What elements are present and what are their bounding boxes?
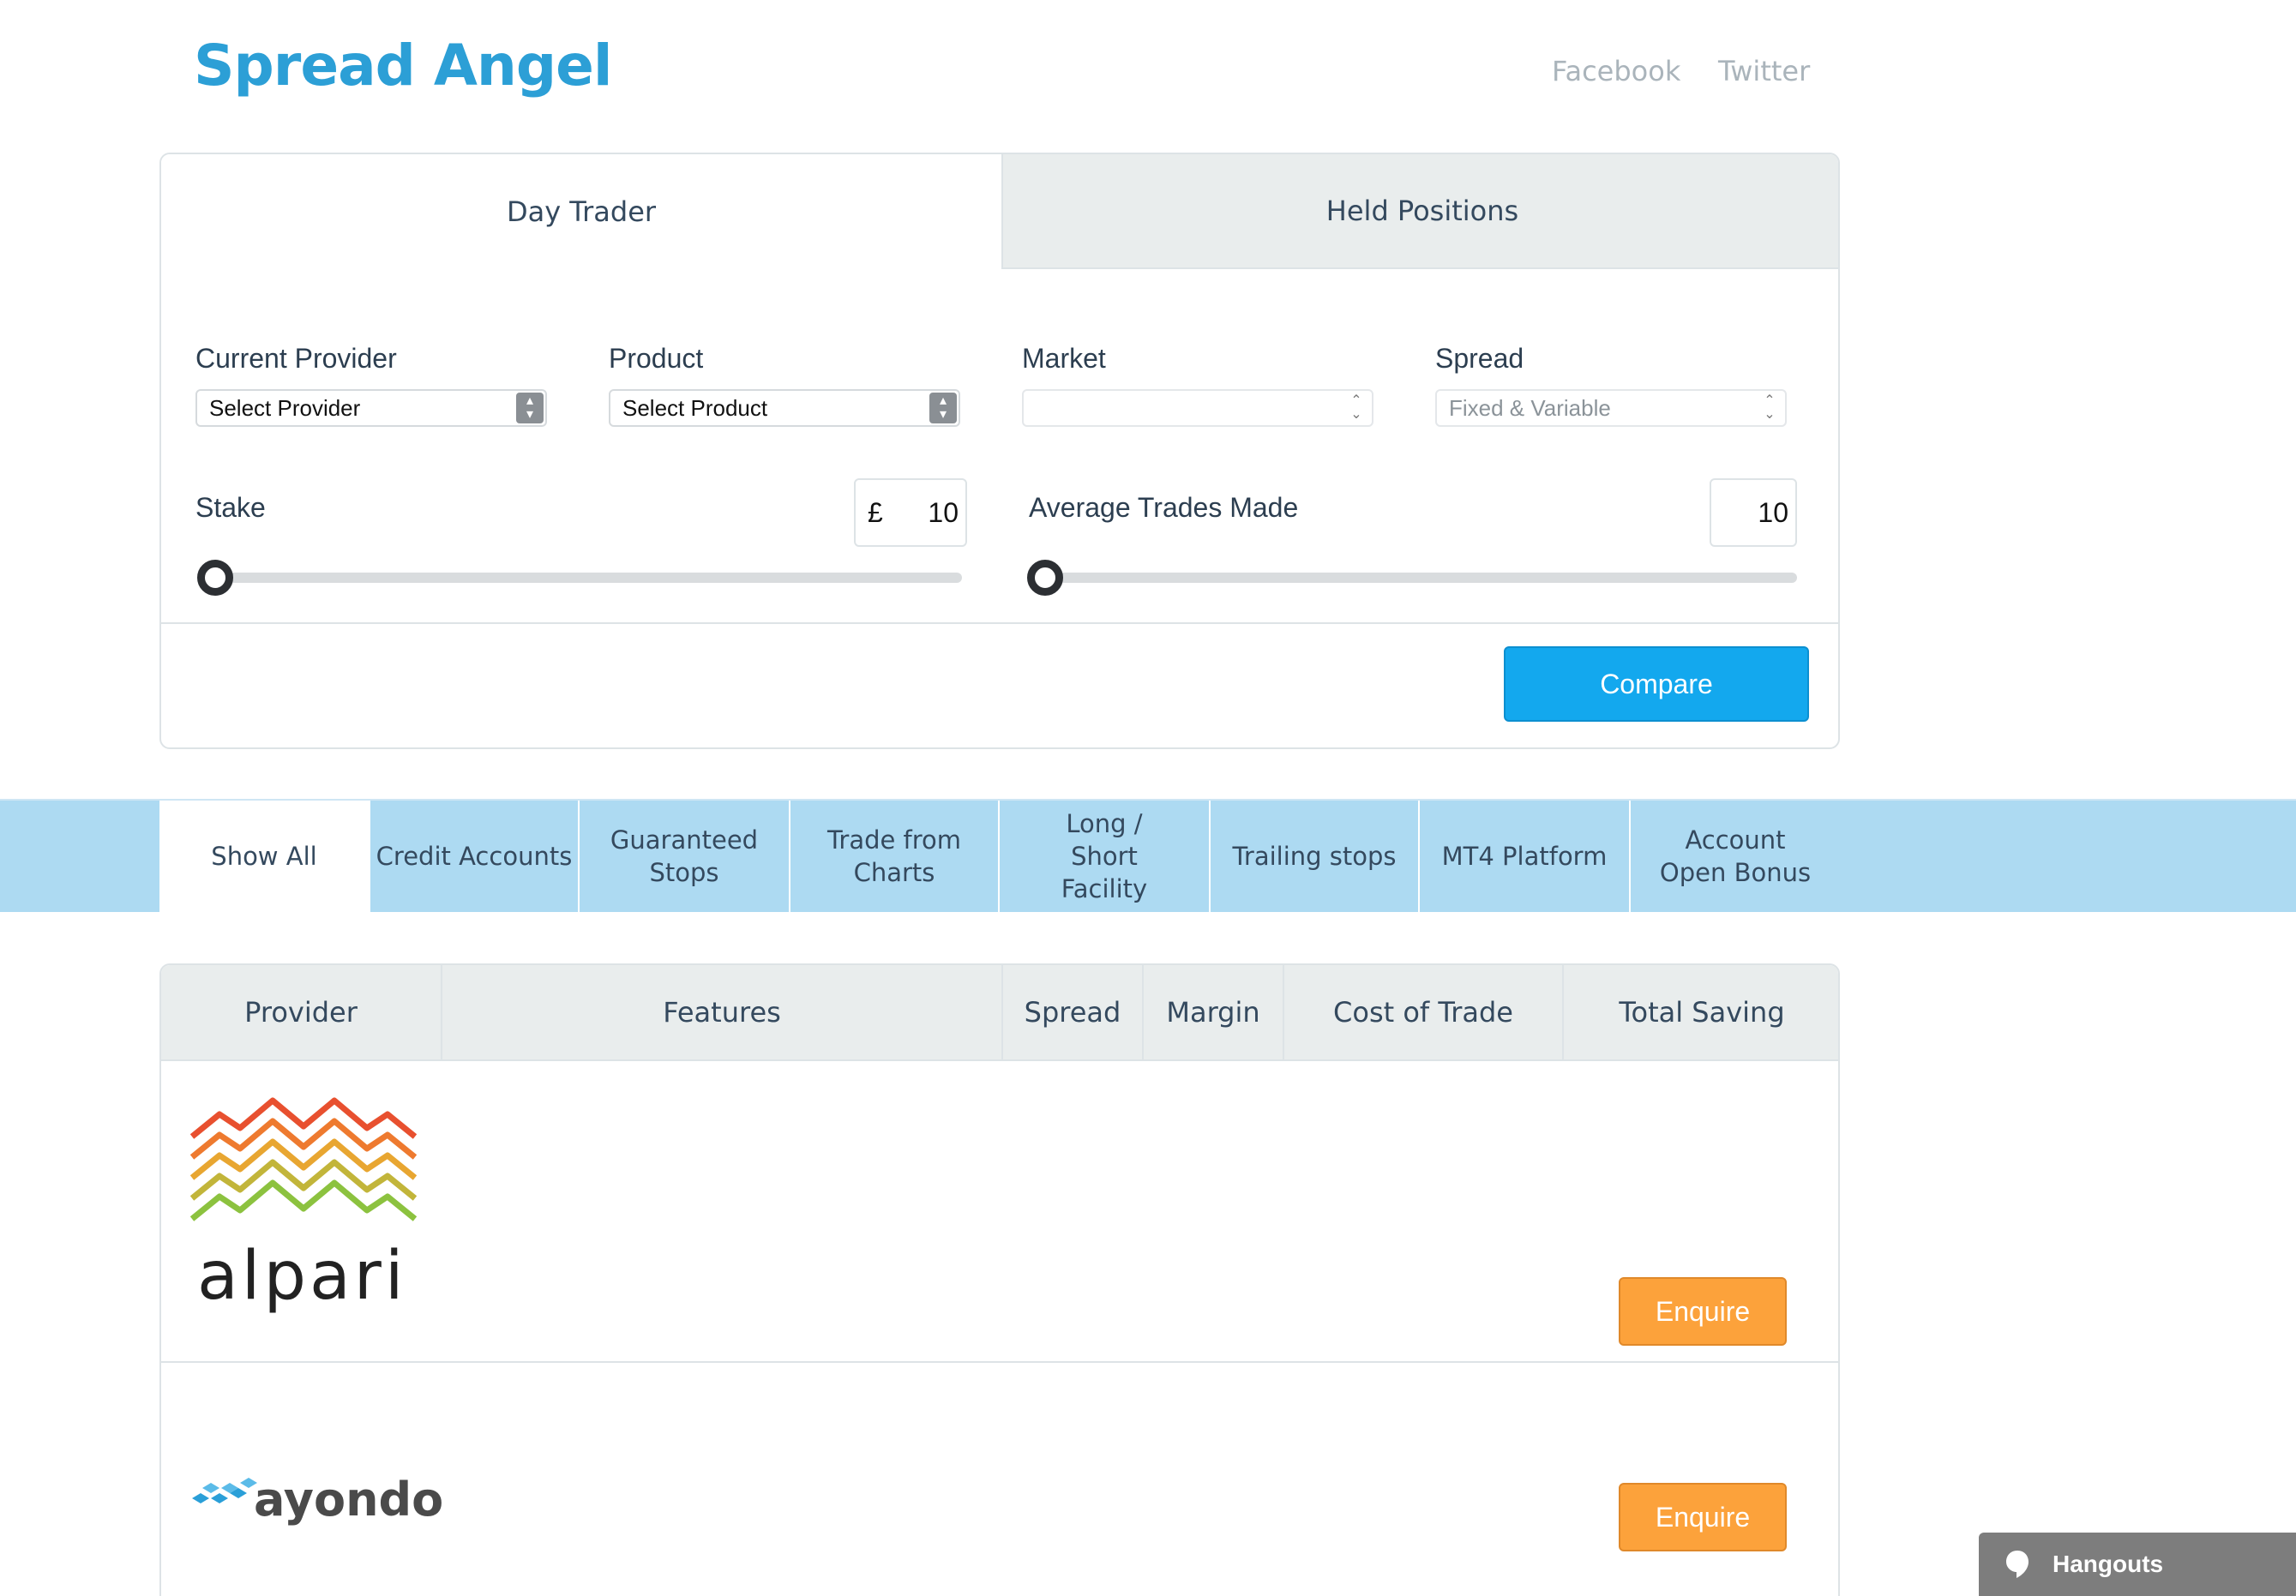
current-provider-label: Current Provider: [195, 343, 397, 374]
market-label: Market: [1022, 343, 1106, 374]
facebook-link[interactable]: Facebook: [1552, 55, 1680, 87]
provider-select[interactable]: Select Provider ▴ ▾: [195, 389, 547, 427]
table-row: ayondo Enquire: [161, 1363, 1838, 1596]
stake-input[interactable]: £ 10: [854, 478, 967, 547]
ayondo-logo-mark: [192, 1478, 257, 1503]
results-table: Provider Features Spread Margin Cost of …: [159, 963, 1840, 1596]
header-margin[interactable]: Margin: [1144, 965, 1284, 1059]
tab-day-trader[interactable]: Day Trader: [161, 154, 1001, 269]
average-trades-value: 10: [1758, 496, 1788, 528]
feature-filter-bar: Show All Credit Accounts Guaranteed Stop…: [0, 799, 2296, 912]
market-select[interactable]: ⌃ ⌄: [1022, 389, 1373, 427]
select-arrows-icon: ▴ ▾: [516, 393, 544, 423]
product-label: Product: [609, 343, 704, 374]
twitter-link[interactable]: Twitter: [1718, 55, 1810, 87]
currency-symbol: £: [868, 496, 883, 528]
trades-slider-track[interactable]: [1031, 573, 1797, 583]
hangouts-label: Hangouts: [2053, 1551, 2164, 1577]
header-total-saving[interactable]: Total Saving: [1564, 965, 1838, 1059]
header-spread[interactable]: Spread: [1003, 965, 1144, 1059]
product-select[interactable]: Select Product ▴ ▾: [609, 389, 960, 427]
filter-long-short-facility[interactable]: Long / Short Facility: [1000, 801, 1211, 912]
hangouts-icon: [2006, 1551, 2029, 1578]
header-provider[interactable]: Provider: [161, 965, 442, 1059]
filter-guaranteed-stops[interactable]: Guaranteed Stops: [580, 801, 790, 912]
enquire-button[interactable]: Enquire: [1619, 1277, 1787, 1346]
filter-trailing-stops[interactable]: Trailing stops: [1211, 801, 1420, 912]
alpari-logo-text: alpari: [197, 1238, 407, 1315]
filter-credit-accounts[interactable]: Credit Accounts: [370, 801, 580, 912]
ayondo-logo-text: ayondo: [254, 1473, 444, 1527]
table-row: alpari Enquire: [161, 1061, 1838, 1363]
site-logo[interactable]: Spread Angel: [194, 33, 613, 99]
filter-trade-from-charts[interactable]: Trade from Charts: [790, 801, 1000, 912]
stake-value: 10: [928, 496, 959, 528]
stake-slider-track[interactable]: [201, 573, 962, 583]
select-arrows-icon: ⌃ ⌄: [1764, 393, 1776, 422]
hangouts-widget[interactable]: Hangouts: [1979, 1533, 2296, 1596]
filter-mt4-platform[interactable]: MT4 Platform: [1420, 801, 1631, 912]
stake-label: Stake: [195, 492, 266, 523]
average-trades-label: Average Trades Made: [1029, 492, 1299, 523]
header-features[interactable]: Features: [442, 965, 1003, 1059]
trades-slider-handle[interactable]: [1027, 560, 1063, 596]
header-cost-of-trade[interactable]: Cost of Trade: [1284, 965, 1564, 1059]
alpari-logo-mark: [190, 1097, 417, 1221]
select-arrows-icon: ▴ ▾: [929, 393, 957, 423]
provider-select-value: Select Provider: [209, 394, 361, 421]
stake-slider-handle[interactable]: [197, 560, 233, 596]
spread-select-value: Fixed & Variable: [1449, 394, 1611, 421]
compare-button[interactable]: Compare: [1504, 646, 1809, 722]
filter-show-all[interactable]: Show All: [159, 801, 370, 912]
tab-held-positions[interactable]: Held Positions: [1001, 154, 1838, 269]
card-divider: [161, 622, 1838, 624]
product-select-value: Select Product: [622, 394, 768, 421]
filter-account-open-bonus[interactable]: Account Open Bonus: [1631, 801, 1840, 912]
spread-label: Spread: [1435, 343, 1524, 374]
select-arrows-icon: ⌃ ⌄: [1350, 393, 1362, 422]
table-header: Provider Features Spread Margin Cost of …: [161, 965, 1838, 1061]
calculator-card: Day Trader Held Positions Current Provid…: [159, 153, 1840, 749]
enquire-button[interactable]: Enquire: [1619, 1483, 1787, 1551]
average-trades-input[interactable]: 10: [1710, 478, 1797, 547]
spread-select[interactable]: Fixed & Variable ⌃ ⌄: [1435, 389, 1787, 427]
